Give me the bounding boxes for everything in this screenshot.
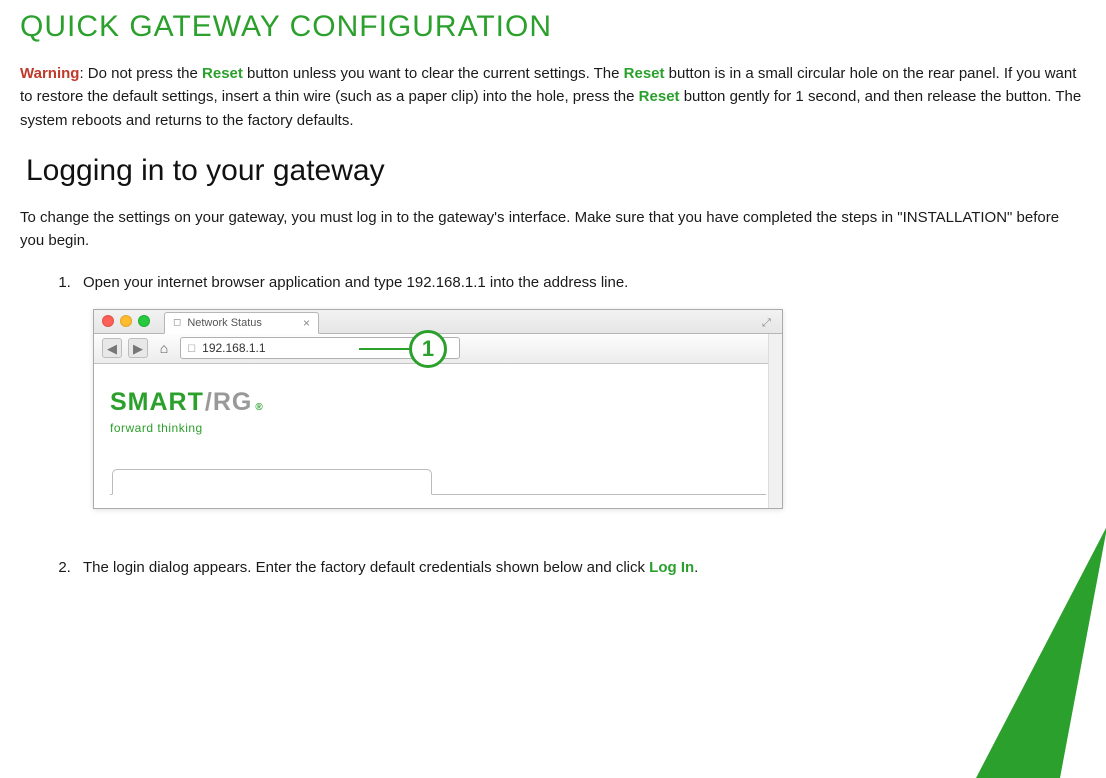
back-button[interactable]: ◀ xyxy=(102,338,122,358)
reset-keyword-3: Reset xyxy=(639,88,680,105)
login-tab-strip xyxy=(110,465,766,495)
warning-label: Warning xyxy=(20,65,79,82)
fullscreen-icon[interactable]: ⤢ xyxy=(762,315,774,327)
logo-slash-icon: / xyxy=(205,384,212,422)
step-2-text-b: . xyxy=(694,559,698,576)
warning-paragraph: Warning: Do not press the Reset button u… xyxy=(20,62,1086,132)
tab-title: Network Status xyxy=(187,315,262,332)
forward-button[interactable]: ▶ xyxy=(128,338,148,358)
reset-keyword-2: Reset xyxy=(624,65,665,82)
window-traffic-lights xyxy=(102,315,150,327)
registered-icon: ® xyxy=(255,400,262,415)
corner-decoration-overlay xyxy=(1060,533,1106,778)
logo-tagline: forward thinking xyxy=(110,419,766,437)
section-heading: Logging in to your gateway xyxy=(26,154,1086,188)
step-2-text-a: The login dialog appears. Enter the fact… xyxy=(83,559,649,576)
close-window-icon[interactable] xyxy=(102,315,114,327)
warning-text-2: button unless you want to clear the curr… xyxy=(243,65,624,82)
tab-close-icon[interactable]: × xyxy=(303,314,310,332)
step-2: The login dialog appears. Enter the fact… xyxy=(75,557,1086,580)
logo-smart-text: SMART xyxy=(110,384,204,422)
intro-paragraph: To change the settings on your gateway, … xyxy=(20,206,1086,253)
browser-tab-strip: ◻ Network Status × ⤢ xyxy=(94,310,782,334)
reset-keyword-1: Reset xyxy=(202,65,243,82)
tab-favicon-icon: ◻ xyxy=(173,315,181,330)
page-title: QUICK GATEWAY CONFIGURATION xyxy=(20,10,1086,44)
scrollbar[interactable] xyxy=(768,334,782,508)
callout-badge: 1 xyxy=(409,330,447,368)
address-favicon-icon: ◻ xyxy=(187,340,196,357)
step-1-text: Open your internet browser application a… xyxy=(83,274,628,291)
callout-connector xyxy=(359,348,409,350)
logo-rg-text: RG xyxy=(213,384,253,422)
steps-list: Open your internet browser application a… xyxy=(75,272,1086,579)
login-keyword: Log In xyxy=(649,559,694,576)
home-button[interactable]: ⌂ xyxy=(154,338,174,358)
address-text: 192.168.1.1 xyxy=(202,339,265,357)
minimize-window-icon[interactable] xyxy=(120,315,132,327)
zoom-window-icon[interactable] xyxy=(138,315,150,327)
browser-screenshot: ◻ Network Status × ⤢ ◀ ▶ ⌂ ◻ 192.168.1.1… xyxy=(93,309,783,509)
warning-text-1: : Do not press the xyxy=(79,65,202,82)
browser-page-body: SMART / RG ® forward thinking xyxy=(94,364,782,506)
login-tab[interactable] xyxy=(112,469,432,495)
browser-tab[interactable]: ◻ Network Status × xyxy=(164,312,319,334)
step-1: Open your internet browser application a… xyxy=(75,272,1086,539)
smartrg-logo: SMART / RG ® xyxy=(110,384,766,422)
